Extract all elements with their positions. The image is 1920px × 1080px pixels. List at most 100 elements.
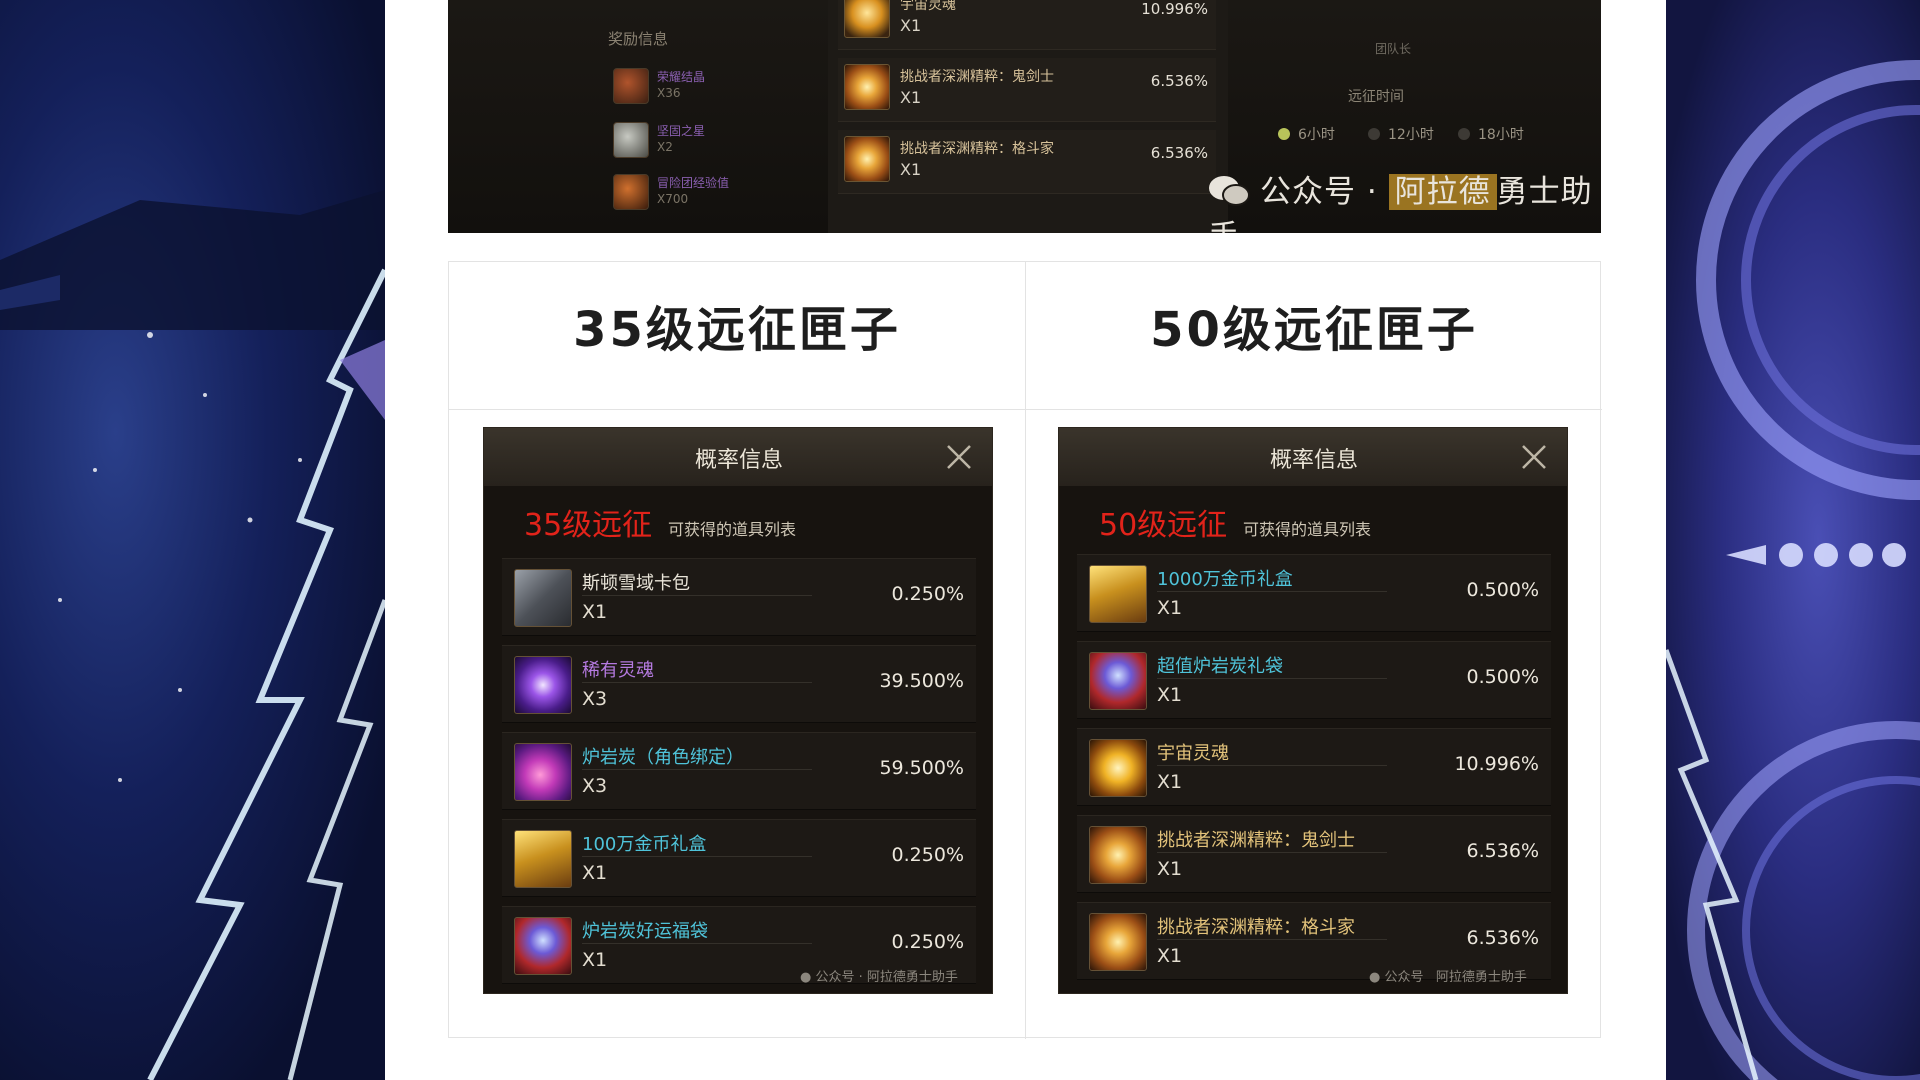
exp-icon <box>613 174 649 210</box>
item-qty: X3 <box>582 775 608 797</box>
item-name: 稀有灵魂 <box>582 660 654 681</box>
item-qty: X1 <box>900 160 922 179</box>
item-probability: 6.536% <box>1466 840 1539 862</box>
time-option-18h[interactable]: 18小时 <box>1458 124 1524 144</box>
item-qty: X1 <box>900 16 922 35</box>
item-qty: X1 <box>582 601 608 623</box>
item-probability: 6.536% <box>1150 72 1208 90</box>
item-name: 宇宙灵魂 <box>900 0 956 13</box>
crystal-icon <box>613 68 649 104</box>
mini-reward-item: 荣耀结晶 X36 <box>613 66 813 110</box>
column-divider <box>1025 262 1026 1039</box>
item-name: 挑战者深渊精粹：格斗家 <box>900 141 1054 157</box>
divider <box>582 769 812 770</box>
list-item: 宇宙灵魂 X1 10.996% <box>1077 728 1551 806</box>
item-probability: 10.996% <box>1454 753 1539 775</box>
list-item: 超值炉岩炭礼袋 X1 0.500% <box>1077 641 1551 719</box>
divider <box>582 682 812 683</box>
expedition-time-label: 远征时间 <box>1348 89 1404 105</box>
right-column-title: 50级远征匣子 <box>1150 302 1478 358</box>
item-probability: 0.500% <box>1466 666 1539 688</box>
divider <box>582 595 812 596</box>
item-probability: 0.250% <box>891 583 964 605</box>
card-pack-icon <box>514 569 572 627</box>
mini-item-name: 荣耀结晶 <box>657 70 706 84</box>
item-probability: 39.500% <box>879 670 964 692</box>
time-option-12h[interactable]: 12小时 <box>1368 124 1434 144</box>
panel-watermark: ● 公众号 阿拉德勇士助手 <box>1369 970 1527 985</box>
expedition-reward-screenshot: 奖励信息 荣耀结晶 X36 坚固之星 X2 冒险团经验值 X700 宇宙灵魂 X… <box>448 0 1601 233</box>
item-name: 挑战者深渊精粹：格斗家 <box>1157 917 1355 938</box>
wechat-icon <box>1209 176 1250 206</box>
radio-dot-icon <box>1458 128 1470 140</box>
list-item: 1000万金币礼盒 X1 0.500% <box>1077 554 1551 632</box>
item-probability: 6.536% <box>1150 144 1208 162</box>
lucky-bag-icon <box>514 917 572 975</box>
list-item: 挑战者深渊精粹：鬼剑士 X1 6.536% <box>1077 815 1551 893</box>
lava-bag-icon <box>1089 652 1147 710</box>
list-item: 挑战者深渊精粹：格斗家 X1 6.536% <box>838 130 1216 194</box>
probability-panel-50: 概率信息 50级远征 可获得的道具列表 1000万金币礼盒 X1 0.500% … <box>1058 427 1568 994</box>
expedition-level: 35级远征 <box>524 508 653 543</box>
gold-box-icon <box>514 830 572 888</box>
divider <box>582 943 812 944</box>
panel-title: 概率信息 <box>694 448 783 473</box>
mini-reward-item: 冒险团经验值 X700 <box>613 172 813 216</box>
row-divider <box>449 409 1602 410</box>
item-probability: 10.996% <box>1141 0 1208 18</box>
time-option-6h[interactable]: 6小时 <box>1278 124 1335 144</box>
item-probability: 0.250% <box>891 844 964 866</box>
left-column-title: 35级远征匣子 <box>573 302 901 358</box>
item-qty: X1 <box>582 949 608 971</box>
item-name: 斯顿雪域卡包 <box>582 573 690 594</box>
cosmic-soul-icon <box>1089 739 1147 797</box>
divider <box>1157 852 1387 853</box>
close-icon[interactable] <box>944 442 974 472</box>
top-probability-list: 宇宙灵魂 X1 10.996% 挑战者深渊精粹：鬼剑士 X1 6.536% 挑战… <box>828 0 1228 233</box>
radio-dot-icon <box>1278 128 1290 140</box>
right-background-art <box>1666 0 1920 1080</box>
item-probability: 0.250% <box>891 931 964 953</box>
expedition-level: 50级远征 <box>1099 508 1228 543</box>
item-qty: X1 <box>582 862 608 884</box>
panel-watermark: ● 公众号 · 阿拉德勇士助手 <box>800 970 958 985</box>
divider <box>582 856 812 857</box>
list-item: 挑战者深渊精粹：鬼剑士 X1 6.536% <box>838 58 1216 122</box>
abyss-essence-icon <box>844 64 890 110</box>
divider <box>1157 591 1387 592</box>
panel-title: 概率信息 <box>1269 448 1358 473</box>
item-qty: X3 <box>582 688 608 710</box>
item-probability: 0.500% <box>1466 579 1539 601</box>
mini-reward-item: 坚固之星 X2 <box>613 120 813 164</box>
mini-item-name: 冒险团经验值 <box>657 176 730 190</box>
item-qty: X1 <box>1157 684 1183 706</box>
list-item: 稀有灵魂 X3 39.500% <box>502 645 976 723</box>
close-icon[interactable] <box>1519 442 1549 472</box>
article-page: 奖励信息 荣耀结晶 X36 坚固之星 X2 冒险团经验值 X700 宇宙灵魂 X… <box>385 0 1666 1080</box>
list-item: 炉岩炭（角色绑定） X3 59.500% <box>502 732 976 810</box>
item-qty: X1 <box>1157 858 1183 880</box>
item-qty: X1 <box>1157 771 1183 793</box>
item-name: 炉岩炭（角色绑定） <box>582 747 744 768</box>
rare-soul-icon <box>514 656 572 714</box>
item-qty: X1 <box>1157 945 1183 967</box>
item-name: 挑战者深渊精粹：鬼剑士 <box>900 69 1054 85</box>
watermark: 公众号 · 阿拉德勇士助手 <box>1208 166 1601 233</box>
cosmic-soul-icon <box>844 0 890 38</box>
abyss-essence-icon <box>1089 913 1147 971</box>
item-name: 100万金币礼盒 <box>582 834 707 855</box>
radio-dot-icon <box>1368 128 1380 140</box>
item-name: 宇宙灵魂 <box>1157 743 1229 764</box>
divider <box>1157 939 1387 940</box>
item-probability: 59.500% <box>879 757 964 779</box>
panel-subtitle: 可获得的道具列表 <box>668 520 797 539</box>
item-name: 炉岩炭好运福袋 <box>582 921 708 942</box>
divider <box>1157 678 1387 679</box>
item-qty: X1 <box>900 88 922 107</box>
list-item: 宇宙灵魂 X1 10.996% <box>838 0 1216 50</box>
captain-label: 团队长 <box>1375 42 1412 56</box>
list-item: 100万金币礼盒 X1 0.250% <box>502 819 976 897</box>
box-comparison-table: 35级远征匣子 50级远征匣子 概率信息 35级远征 可获得的道具列表 斯顿雪域… <box>448 261 1602 1039</box>
gold-box-icon <box>1089 565 1147 623</box>
wechat-icon: ● <box>800 970 812 985</box>
